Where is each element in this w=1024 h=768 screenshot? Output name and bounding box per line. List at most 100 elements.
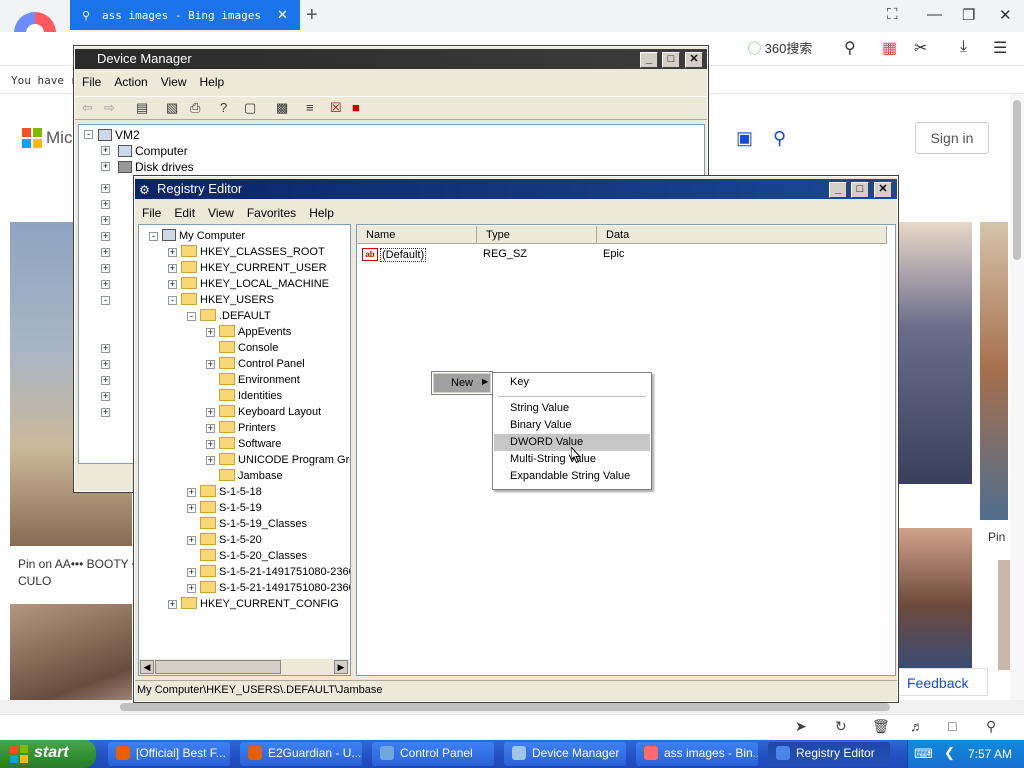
expand-toggle[interactable]: + — [206, 440, 215, 449]
expand-toggle[interactable]: + — [101, 232, 110, 241]
zoom-icon[interactable]: ⚲ — [986, 718, 996, 735]
taskbar-button[interactable]: [Official] Best F... — [108, 742, 230, 766]
menu-item-new[interactable]: New ▶ — [434, 374, 490, 392]
vertical-scroll-thumb[interactable] — [1013, 100, 1021, 260]
expand-toggle[interactable]: + — [206, 424, 215, 433]
refresh-icon[interactable]: ↻ — [835, 718, 847, 735]
taskbar-button[interactable]: Device Manager — [504, 742, 626, 766]
registry-tree-item[interactable]: Software — [219, 437, 281, 453]
expand-toggle[interactable]: + — [187, 488, 196, 497]
registry-tree-item[interactable]: S-1-5-21-1491751080-2360 — [200, 565, 350, 581]
registry-tree[interactable]: - My Computer + HKEY_CLASSES_ROOT + HKEY_CURR… — [138, 224, 351, 676]
expand-toggle[interactable]: + — [168, 600, 177, 609]
microsoft-logo-icon[interactable] — [22, 128, 42, 148]
expand-toggle[interactable]: + — [101, 216, 110, 225]
properties-icon[interactable]: ▧ — [166, 100, 178, 116]
update-driver-icon[interactable]: ≡ — [306, 100, 314, 115]
registry-tree-item[interactable]: UNICODE Program Grou — [219, 453, 350, 469]
close-tab-icon[interactable]: ✕ — [277, 7, 288, 23]
menu-action[interactable]: Action — [107, 72, 153, 89]
trash-icon[interactable]: 🗑 — [872, 718, 890, 735]
scan-hardware-icon[interactable]: ▩ — [276, 100, 288, 116]
registry-tree-item[interactable]: S-1-5-20 — [200, 533, 262, 549]
scissors-icon[interactable]: ✂ — [914, 38, 927, 58]
expand-toggle[interactable]: + — [101, 264, 110, 273]
collapse-toggle[interactable]: - — [187, 312, 196, 321]
expand-toggle[interactable]: + — [101, 200, 110, 209]
registry-tree-item[interactable]: S-1-5-19 — [200, 501, 262, 517]
registry-tree-item[interactable]: HKEY_CLASSES_ROOT — [181, 245, 325, 261]
expand-toggle[interactable]: + — [101, 408, 110, 417]
registry-tree-item[interactable]: Control Panel — [219, 357, 305, 373]
volume-icon[interactable]: ♬ — [910, 718, 924, 734]
tree-scroll-thumb[interactable] — [155, 660, 281, 674]
registry-tree-item[interactable]: My Computer — [162, 229, 245, 245]
registry-editor-titlebar[interactable]: Registry Editor — [135, 179, 897, 199]
registry-tree-item[interactable]: .DEFAULT — [200, 309, 271, 325]
print-icon[interactable]: ⎙ — [190, 100, 200, 116]
device-manager-titlebar[interactable]: Device Manager — [75, 49, 707, 69]
expand-toggle[interactable]: + — [101, 146, 110, 155]
expand-toggle[interactable]: + — [101, 360, 110, 369]
expand-toggle[interactable]: + — [168, 248, 177, 257]
menu-edit[interactable]: Edit — [167, 203, 201, 220]
expand-toggle[interactable]: + — [206, 328, 215, 337]
image-result[interactable] — [898, 528, 972, 668]
expand-toggle[interactable]: + — [206, 408, 215, 417]
menu-favorites[interactable]: Favorites — [240, 203, 302, 220]
image-caption[interactable]: Pin on AA••• BOOTY • CULO — [18, 556, 138, 590]
search-icon[interactable]: ⚲ — [773, 128, 786, 149]
taskbar-button[interactable]: ass images - Bin... — [636, 742, 758, 766]
menu-item-binary-value[interactable]: Binary Value — [494, 417, 650, 434]
expand-toggle[interactable]: + — [101, 392, 110, 401]
tree-root[interactable]: VM2 — [98, 128, 140, 142]
expand-toggle[interactable]: + — [168, 280, 177, 289]
maximize-button[interactable]: □ — [851, 182, 869, 198]
close-button[interactable]: ✕ — [685, 52, 703, 68]
menu-item-key[interactable]: Key — [494, 374, 650, 391]
column-header-type[interactable]: Type — [477, 226, 597, 244]
taskbar-button[interactable]: E2Guardian - U... — [240, 742, 362, 766]
registry-tree-item[interactable]: S-1-5-21-1491751080-2360 — [200, 581, 350, 597]
registry-tree-item[interactable]: HKEY_CURRENT_CONFIG — [181, 597, 339, 613]
horizontal-scroll-thumb[interactable] — [120, 703, 890, 711]
tree-item-disk-drives[interactable]: Disk drives — [118, 160, 194, 174]
scroll-left-button[interactable]: ◀ — [140, 660, 154, 674]
disable-icon[interactable]: ■ — [352, 100, 360, 115]
registry-tree-item[interactable]: Environment — [219, 373, 300, 389]
expand-toggle[interactable]: + — [101, 162, 110, 171]
menu-help[interactable]: Help — [302, 203, 340, 220]
registry-tree-item[interactable]: HKEY_LOCAL_MACHINE — [181, 277, 329, 293]
new-tab-icon[interactable]: + — [306, 4, 318, 27]
tree-horizontal-scrollbar[interactable]: ◀ ▶ — [139, 659, 350, 675]
image-result[interactable] — [898, 222, 972, 484]
image-result[interactable] — [980, 222, 1008, 520]
clock[interactable]: 7:57 AM — [968, 747, 1012, 761]
search-engine-label[interactable]: ◯ 360搜索 — [748, 38, 812, 57]
collapse-toggle[interactable]: - — [84, 130, 93, 139]
help-icon[interactable]: ? — [220, 100, 227, 115]
console-tree-icon[interactable]: ▤ — [136, 100, 148, 116]
expand-toggle[interactable]: + — [101, 184, 110, 193]
image-result[interactable] — [998, 560, 1010, 670]
registry-tree-item[interactable]: S-1-5-19_Classes — [200, 517, 307, 533]
menu-help[interactable]: Help — [193, 72, 231, 89]
menu-item-string-value[interactable]: String Value — [494, 400, 650, 417]
menu-item-expandable-string-value[interactable]: Expandable String Value — [494, 468, 650, 485]
expand-toggle[interactable]: + — [206, 456, 215, 465]
download-icon[interactable]: ⤓ — [960, 38, 967, 56]
registry-tree-item[interactable]: HKEY_USERS — [181, 293, 274, 309]
column-header-data[interactable]: Data — [597, 226, 887, 244]
maximize-button[interactable]: □ — [662, 52, 680, 68]
collapse-toggle[interactable]: - — [168, 296, 177, 305]
registry-tree-item[interactable]: Keyboard Layout — [219, 405, 321, 421]
forward-icon[interactable]: ⇨ — [104, 100, 115, 116]
magnifier-icon[interactable]: ⚲ — [844, 38, 856, 58]
registry-tree-item[interactable]: S-1-5-18 — [200, 485, 262, 501]
menu-view[interactable]: View — [201, 203, 240, 220]
expand-toggle[interactable]: + — [206, 360, 215, 369]
tree-item-computer[interactable]: Computer — [118, 144, 188, 158]
expand-toggle[interactable]: + — [187, 584, 196, 593]
restore-icon[interactable]: ❐ — [962, 6, 975, 24]
expand-toggle[interactable]: + — [187, 536, 196, 545]
